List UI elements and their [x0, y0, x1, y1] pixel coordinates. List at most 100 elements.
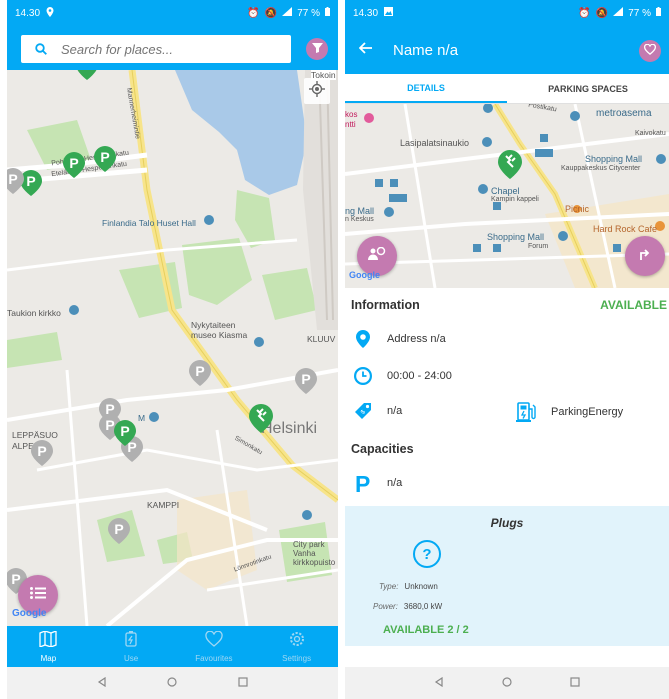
plug-type-value: Unknown — [404, 582, 438, 591]
status-bar: 14.30 ⏰ 🔕 77 % — [7, 0, 338, 26]
address-text: Address n/a — [387, 333, 446, 345]
tab-parking-spaces[interactable]: PARKING SPACES — [507, 74, 669, 103]
nav-label: Use — [124, 653, 139, 663]
plug-power-value: 3680,0 kW — [403, 602, 443, 611]
plug-power: Power: 3680,0 kW — [373, 602, 442, 611]
nav-favourites[interactable]: Favourites — [173, 626, 256, 667]
map-label: Chapel — [491, 186, 520, 196]
capacity-text: n/a — [387, 477, 403, 489]
clock-icon — [351, 366, 375, 386]
bottom-spacer — [345, 646, 669, 667]
map-label: Kaivokatu — [635, 130, 666, 137]
map-label: Forum — [528, 243, 549, 250]
hours-row: 00:00 - 24:00 — [351, 366, 452, 386]
station-map[interactable]: Postikatu metroasema Kaivokatu Lasipalat… — [345, 104, 669, 288]
nav-label: Favourites — [195, 653, 233, 663]
map-label: metroasema — [596, 108, 652, 119]
location-pin-icon — [351, 330, 375, 348]
gear-icon — [289, 631, 305, 652]
crosshair-icon — [309, 80, 325, 102]
my-location-button[interactable] — [304, 78, 330, 104]
home-icon[interactable] — [502, 674, 512, 692]
map-label: Hard Rock Cafe — [593, 224, 658, 234]
location-status-icon — [46, 6, 54, 20]
map-label: Lasipalatsinaukio — [400, 138, 470, 148]
map-label: Kauppakeskus Citycenter — [561, 165, 641, 172]
system-navigation-bar — [345, 667, 669, 699]
directions-button[interactable] — [625, 236, 665, 276]
nav-use[interactable]: Use — [90, 626, 173, 667]
home-icon[interactable] — [167, 674, 178, 692]
status-time: 14.30 — [15, 7, 41, 19]
nav-map[interactable]: Map — [7, 626, 90, 667]
status-time: 14.30 — [353, 7, 379, 19]
back-icon[interactable] — [434, 674, 444, 692]
plug-availability: AVAILABLE 2 / 2 — [383, 624, 469, 636]
map-label: n Keskus — [345, 216, 374, 223]
heart-icon — [643, 42, 657, 60]
plug-type: Type: Unknown — [379, 582, 438, 591]
plug-type-label: Type: — [379, 582, 399, 591]
system-navigation-bar — [7, 667, 338, 699]
bottom-navigation: Map Use Favourites Settings — [7, 626, 338, 667]
battery-text: 77 % — [628, 7, 651, 19]
battery-icon — [656, 7, 661, 19]
map-label: Kampin kappeli — [491, 196, 539, 203]
status-bar: 14.30 ⏰ 🔕 77 % — [345, 0, 669, 26]
signal-icon — [613, 7, 624, 19]
ev-station-icon — [515, 402, 539, 422]
svg-text:P: P — [355, 472, 370, 494]
operator-row: ParkingEnergy — [515, 402, 623, 422]
plugs-heading: Plugs — [490, 516, 524, 530]
filter-button[interactable] — [306, 38, 328, 60]
tab-details[interactable]: DETAILS — [345, 74, 507, 103]
google-logo: Google — [349, 270, 380, 280]
search-input[interactable] — [61, 41, 261, 57]
back-arrow-icon[interactable] — [358, 41, 373, 59]
recents-icon[interactable] — [238, 674, 248, 692]
nav-label: Map — [40, 653, 57, 663]
map-icon — [39, 629, 58, 652]
map-label: Picnic — [565, 204, 590, 214]
station-title: Name n/a — [393, 41, 459, 59]
station-detail-screen: 14.30 ⏰ 🔕 77 % Name n/a DETAILS PARKING … — [345, 0, 669, 699]
turn-right-icon — [638, 247, 652, 266]
charging-icon — [125, 630, 137, 652]
map-label: Shopping Mall — [585, 154, 643, 164]
map-label: kos — [345, 110, 358, 119]
mute-icon: 🔕 — [264, 7, 278, 19]
operator-text: ParkingEnergy — [551, 406, 624, 418]
parking-icon: P — [351, 472, 375, 494]
map-view[interactable]: Tokoin Pohjoinen Hesperiankatu Eteläinen… — [7, 70, 338, 626]
battery-text: 77 % — [297, 7, 320, 19]
price-row: $ n/a — [351, 402, 402, 420]
tab-bar: DETAILS PARKING SPACES — [345, 74, 669, 104]
hours-text: 00:00 - 24:00 — [387, 370, 452, 382]
person-pin-icon — [368, 246, 386, 266]
back-icon[interactable] — [97, 674, 107, 692]
price-tag-icon: $ — [351, 402, 375, 420]
capacities-heading: Capacities — [351, 442, 414, 456]
nav-label: Settings — [282, 653, 312, 663]
signal-icon — [282, 7, 293, 19]
mute-icon: 🔕 — [595, 7, 609, 19]
search-box[interactable] — [21, 35, 291, 63]
favourite-button[interactable] — [639, 40, 661, 62]
map-label: ntti — [345, 120, 356, 129]
nav-settings[interactable]: Settings — [255, 626, 338, 667]
map-markers: P P — [7, 70, 317, 594]
battery-icon — [325, 7, 330, 19]
search-bar — [7, 26, 338, 70]
recents-icon[interactable] — [570, 674, 580, 692]
map-label: ng Mall — [345, 206, 375, 216]
price-text: n/a — [387, 405, 403, 417]
address-row: Address n/a — [351, 330, 446, 348]
plugs-panel: Plugs ? Type: Unknown Power: 3680,0 kW AVA… — [345, 506, 669, 646]
availability-status: AVAILABLE — [600, 298, 667, 312]
filter-icon — [311, 40, 323, 58]
map-screen: 14.30 ⏰ 🔕 77 % Search for places... Toko… — [7, 0, 338, 699]
app-bar: Name n/a — [345, 26, 669, 74]
unknown-plug-icon: ? — [413, 540, 441, 568]
information-heading: Information — [351, 298, 420, 312]
list-icon — [30, 586, 46, 604]
